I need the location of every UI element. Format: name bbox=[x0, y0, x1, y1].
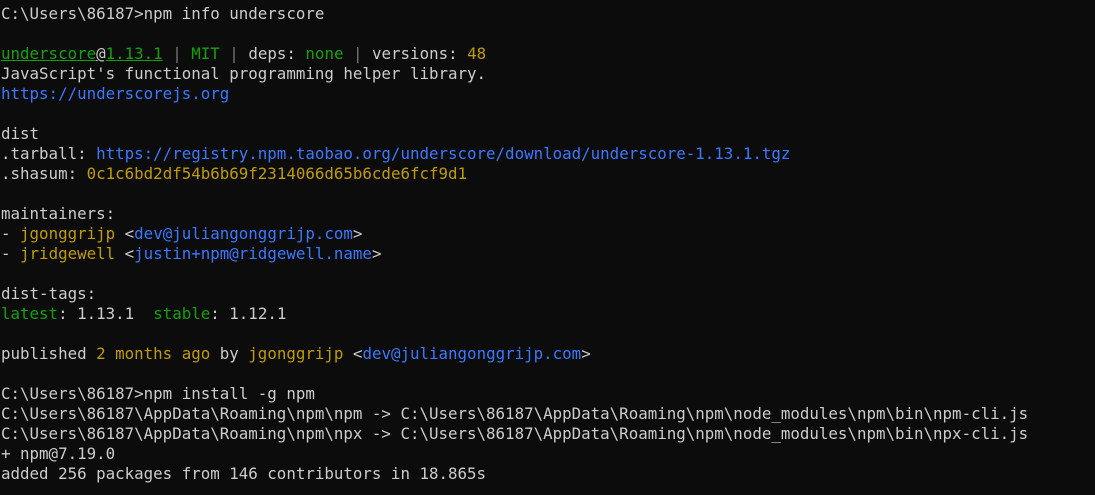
terminal-text-segment: C:\Users\86187\AppData\Roaming\npm\npx -… bbox=[1, 424, 1029, 443]
terminal-text-segment: < bbox=[115, 224, 135, 243]
terminal-text-segment: https://underscorejs.org bbox=[1, 84, 230, 103]
terminal-line: https://underscorejs.org bbox=[1, 84, 1095, 104]
terminal-text-segment: JavaScript's functional programming help… bbox=[1, 64, 487, 83]
terminal-text-segment: versions: bbox=[372, 44, 468, 63]
terminal-line: C:\Users\86187>npm install -g npm bbox=[1, 384, 1095, 404]
terminal-text-segment: 48 bbox=[467, 44, 487, 63]
terminal-line: .shasum: 0c1c6bd2df54b6b69f2314066d65b6c… bbox=[1, 164, 1095, 184]
terminal-text-segment: > bbox=[371, 244, 382, 263]
terminal-line: published 2 months ago by jgonggrijp <de… bbox=[1, 344, 1095, 364]
terminal-text-segment: stable bbox=[153, 304, 211, 323]
terminal-text-segment: justin+npm@ridgewell.name bbox=[134, 244, 372, 263]
terminal-text-segment: maintainers: bbox=[1, 204, 116, 223]
terminal-text-segment: | bbox=[162, 44, 192, 63]
terminal-text-segment: : 1.12.1 bbox=[210, 304, 287, 323]
terminal-text-segment: https://registry.npm.taobao.org/undersco… bbox=[96, 144, 791, 163]
terminal-line: maintainers: bbox=[1, 204, 1095, 224]
terminal-line: added 256 packages from 146 contributors… bbox=[1, 464, 1095, 484]
terminal-text-segment: < bbox=[343, 344, 363, 363]
terminal-text-segment: latest bbox=[1, 304, 59, 323]
terminal-line: C:\Users\86187>npm info underscore bbox=[1, 4, 1095, 24]
terminal-text-segment: + npm@7.19.0 bbox=[1, 444, 116, 463]
terminal-text-segment: - bbox=[1, 224, 21, 243]
terminal-text-segment: .shasum: bbox=[1, 164, 87, 183]
terminal-text-segment: none bbox=[305, 44, 344, 63]
terminal-line: - jgonggrijp <dev@juliangonggrijp.com> bbox=[1, 224, 1095, 244]
terminal-text-segment: | bbox=[219, 44, 249, 63]
terminal-line: dist bbox=[1, 124, 1095, 144]
terminal-text-segment: underscore bbox=[1, 44, 97, 63]
terminal-line: - jridgewell <justin+npm@ridgewell.name> bbox=[1, 244, 1095, 264]
terminal-output[interactable]: C:\Users\86187>npm info underscore under… bbox=[0, 0, 1095, 495]
terminal-text-segment: : 1.13.1 bbox=[58, 304, 154, 323]
terminal-text-segment: by bbox=[210, 344, 249, 363]
terminal-text-segment: > bbox=[352, 224, 363, 243]
terminal-text-segment: jridgewell bbox=[20, 244, 116, 263]
terminal-text-segment: dev@juliangonggrijp.com bbox=[362, 344, 582, 363]
terminal-line: dist-tags: bbox=[1, 284, 1095, 304]
terminal-text-segment: MIT bbox=[191, 44, 220, 63]
terminal-line: .tarball: https://registry.npm.taobao.or… bbox=[1, 144, 1095, 164]
terminal-text-segment: dev@juliangonggrijp.com bbox=[134, 224, 353, 243]
terminal-text-segment: > bbox=[581, 344, 591, 363]
terminal-line: underscore@1.13.1 | MIT | deps: none | v… bbox=[1, 44, 1095, 64]
terminal-text-segment: jgonggrijp bbox=[248, 344, 344, 363]
terminal-text-segment: < bbox=[115, 244, 135, 263]
terminal-text-segment: deps: bbox=[248, 44, 306, 63]
terminal-text-segment: 1.13.1 bbox=[105, 44, 163, 63]
terminal-line: C:\Users\86187\AppData\Roaming\npm\npm -… bbox=[1, 404, 1095, 424]
terminal-text-segment: C:\Users\86187>npm install -g npm bbox=[1, 384, 315, 403]
terminal-line: JavaScript's functional programming help… bbox=[1, 64, 1095, 84]
terminal-text-segment: @ bbox=[96, 44, 106, 63]
terminal-text-segment: .tarball: bbox=[1, 144, 97, 163]
terminal-text-segment: 2 months ago bbox=[96, 344, 211, 363]
terminal-text-segment: dist bbox=[1, 124, 40, 143]
terminal-text-segment: published bbox=[1, 344, 97, 363]
terminal-line: latest: 1.13.1 stable: 1.12.1 bbox=[1, 304, 1095, 324]
terminal-text-segment: C:\Users\86187\AppData\Roaming\npm\npm -… bbox=[1, 404, 1029, 423]
terminal-text-segment: jgonggrijp bbox=[20, 224, 116, 243]
terminal-text-segment: - bbox=[1, 244, 21, 263]
terminal-text-segment: | bbox=[343, 44, 373, 63]
terminal-text-segment: 0c1c6bd2df54b6b69f2314066d65b6cde6fcf9d1 bbox=[86, 164, 468, 183]
terminal-text-segment: added 256 packages from 146 contributors… bbox=[1, 464, 487, 483]
terminal-line: C:\Users\86187\AppData\Roaming\npm\npx -… bbox=[1, 424, 1095, 444]
terminal-line: + npm@7.19.0 bbox=[1, 444, 1095, 464]
terminal-text-segment: C:\Users\86187>npm info underscore bbox=[1, 4, 325, 23]
terminal-text-segment: dist-tags: bbox=[1, 284, 97, 303]
